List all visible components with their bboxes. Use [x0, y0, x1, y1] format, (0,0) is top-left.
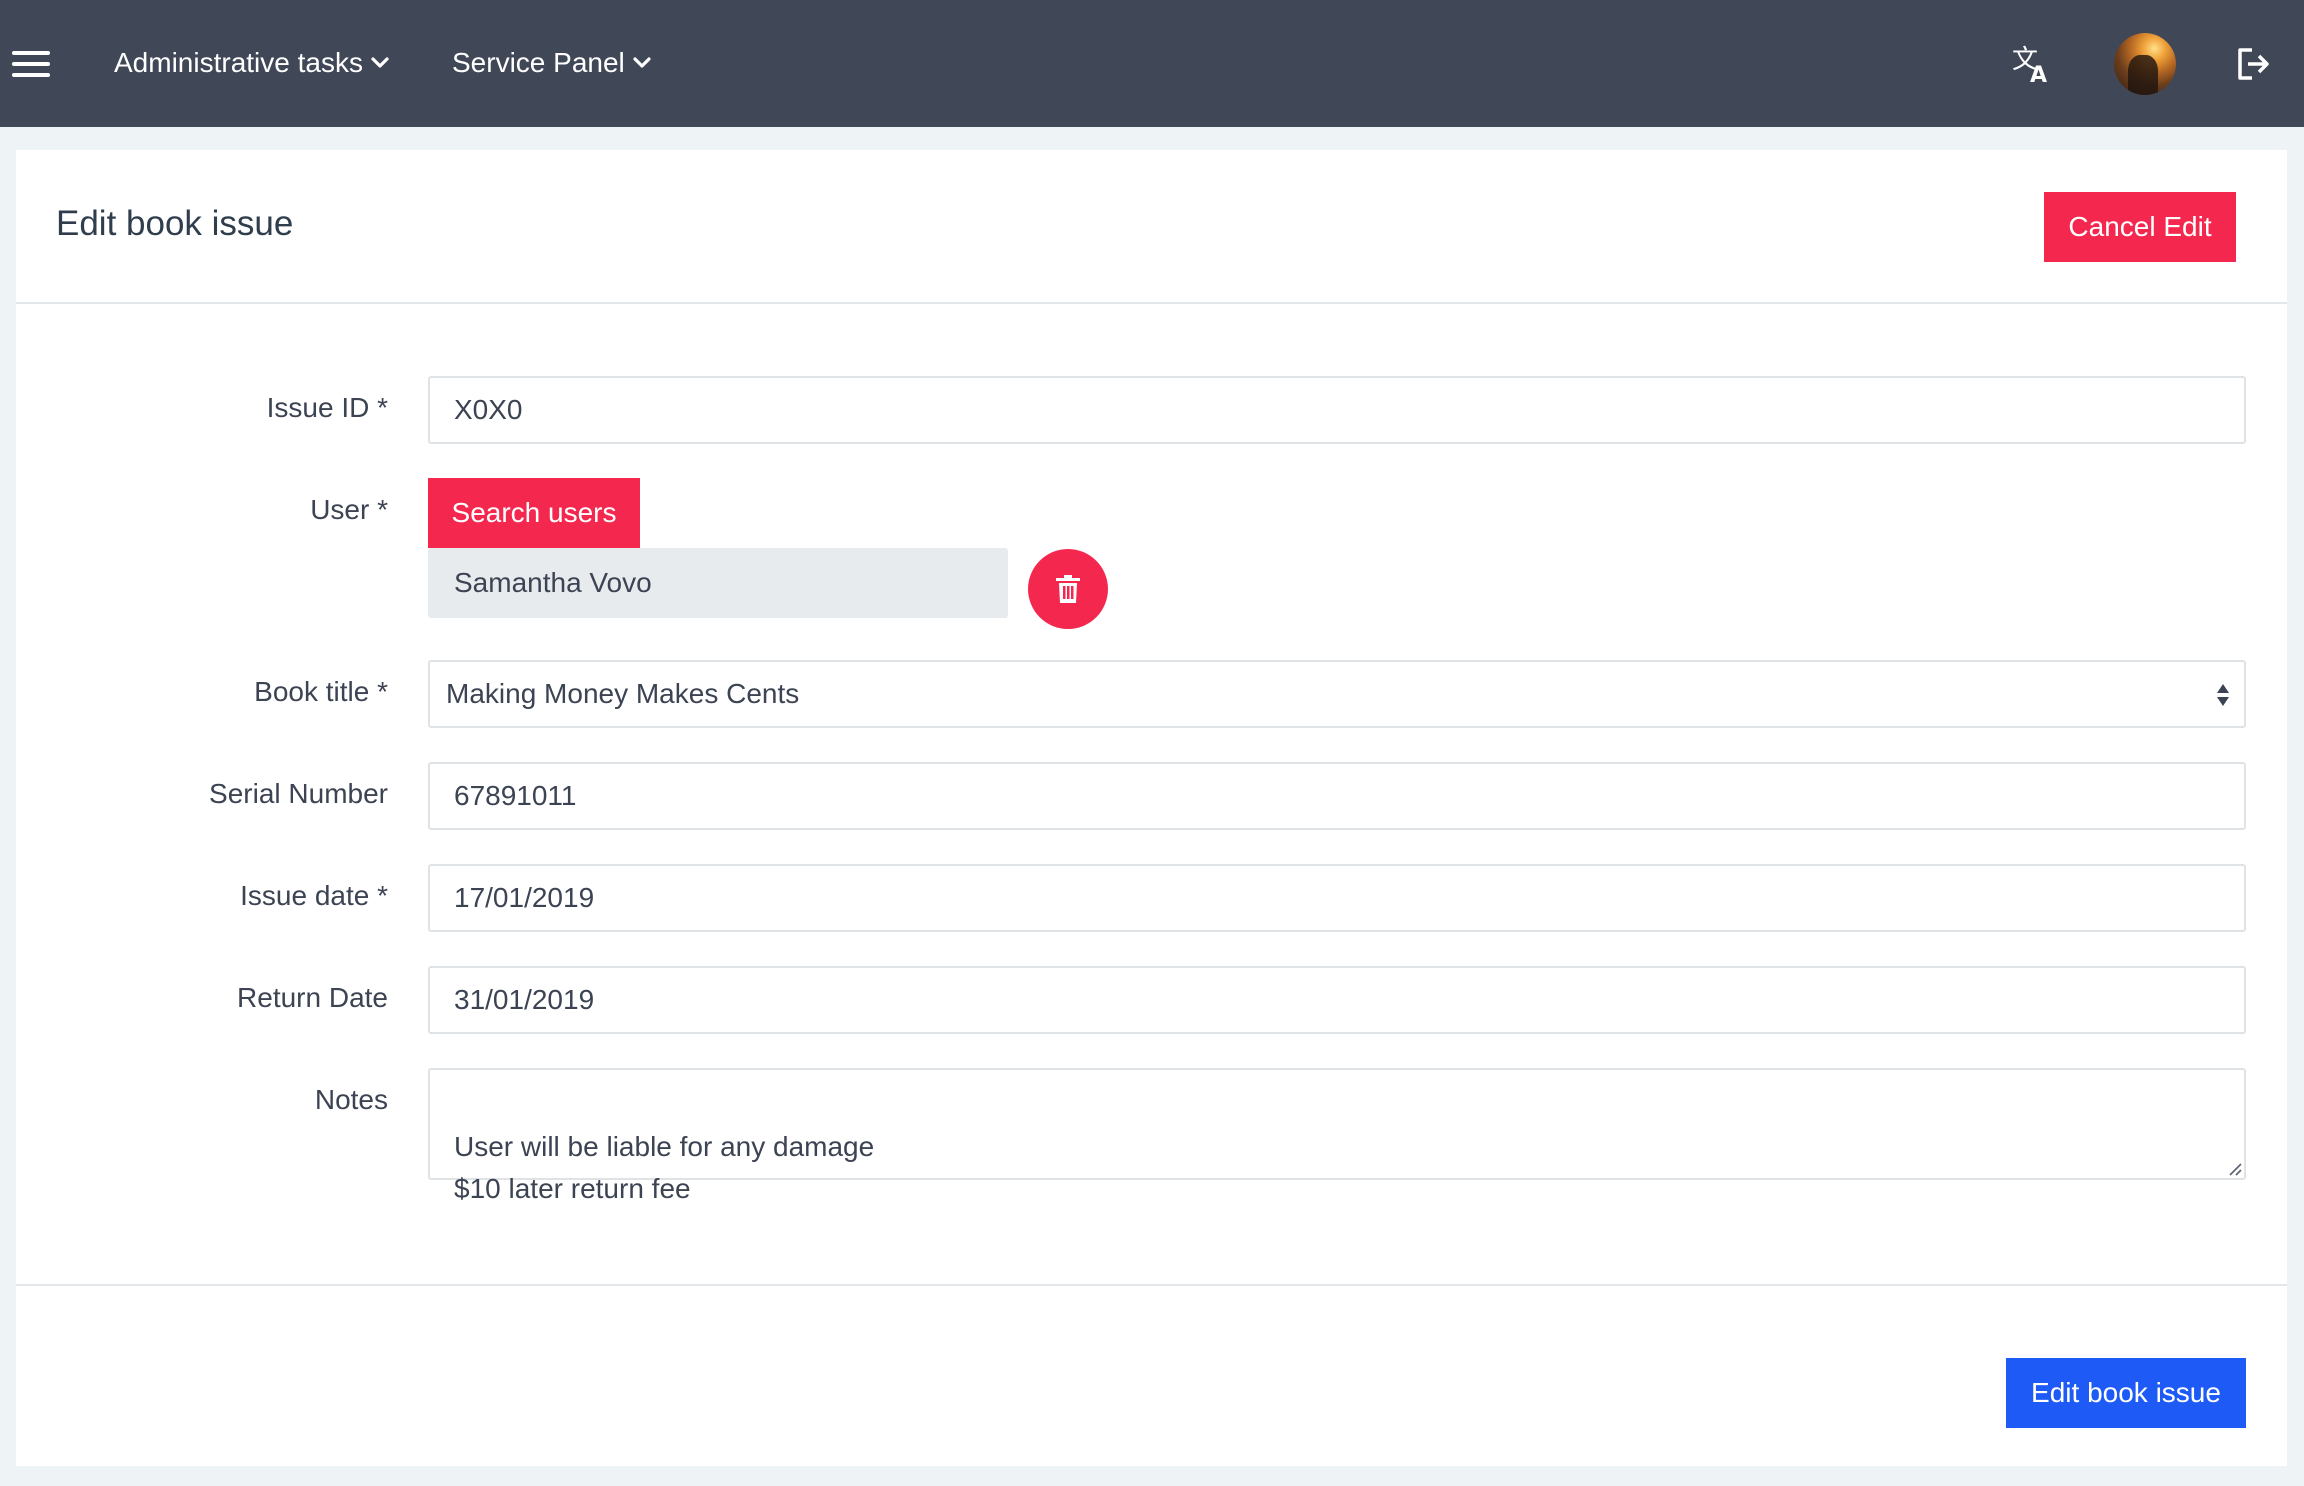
serial-number-input[interactable]: 67891011 [428, 762, 2246, 830]
issue-date-value: 17/01/2019 [454, 882, 595, 913]
trash-icon [1056, 575, 1080, 603]
book-title-value: Making Money Makes Cents [446, 678, 800, 709]
svg-text:A: A [2030, 63, 2047, 84]
notes-textarea[interactable]: User will be liable for any damage $10 l… [428, 1068, 2246, 1204]
hamburger-icon[interactable] [12, 50, 50, 78]
return-date-label: Return Date [237, 982, 388, 1013]
card-header: Edit book issue Cancel Edit [16, 150, 2287, 304]
chevron-down-icon [633, 57, 651, 68]
search-users-button[interactable]: Search users [428, 478, 640, 548]
top-navbar: Administrative tasks Service Panel 文 A [0, 0, 2304, 127]
nav-administrative-tasks-label: Administrative tasks [114, 47, 363, 78]
nav-service-panel[interactable]: Service Panel [452, 40, 651, 86]
avatar[interactable] [2114, 33, 2176, 95]
serial-number-label: Serial Number [209, 778, 388, 809]
nav-service-panel-label: Service Panel [452, 47, 625, 78]
logout-icon[interactable] [2234, 44, 2274, 84]
footer-divider [16, 1284, 2287, 1286]
book-title-select[interactable]: Making Money Makes Cents [428, 660, 2246, 728]
select-arrows-icon [2217, 684, 2229, 706]
notes-value: User will be liable for any damage $10 l… [454, 1131, 875, 1204]
page-title: Edit book issue [56, 204, 294, 243]
issue-id-label: Issue ID * [266, 392, 388, 423]
user-label: User * [310, 494, 388, 525]
edit-book-issue-button[interactable]: Edit book issue [2006, 1358, 2246, 1428]
issue-date-label: Issue date * [240, 880, 388, 911]
chevron-down-icon [371, 57, 389, 68]
return-date-input[interactable]: 31/01/2019 [428, 966, 2246, 1034]
notes-label: Notes [314, 1084, 388, 1115]
issue-id-input[interactable]: X0X0 [428, 376, 2246, 444]
edit-book-issue-card: Edit book issue Cancel Edit Issue ID * X… [16, 150, 2287, 1466]
book-title-label: Book title * [254, 676, 388, 707]
selected-user-display: Samantha Vovo [428, 548, 1008, 618]
selected-user-name: Samantha Vovo [454, 567, 652, 598]
cancel-edit-button[interactable]: Cancel Edit [2044, 192, 2236, 262]
remove-user-button[interactable] [1028, 549, 1108, 629]
issue-date-input[interactable]: 17/01/2019 [428, 864, 2246, 932]
resize-grip-icon[interactable] [2226, 1160, 2242, 1176]
return-date-value: 31/01/2019 [454, 984, 595, 1015]
nav-administrative-tasks[interactable]: Administrative tasks [114, 40, 389, 86]
serial-number-value: 67891011 [454, 780, 577, 811]
issue-id-value: X0X0 [454, 394, 523, 425]
translate-icon[interactable]: 文 A [2012, 44, 2054, 84]
